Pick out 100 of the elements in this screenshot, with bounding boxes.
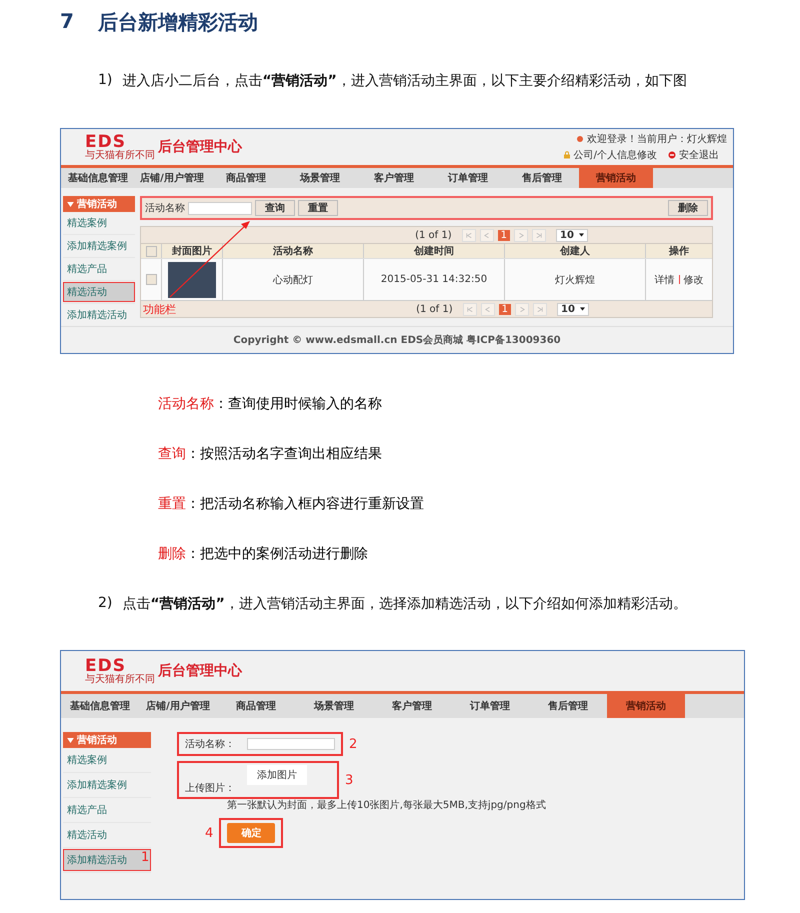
last-page-button[interactable] [532, 302, 547, 316]
delete-button[interactable]: 删除 [668, 200, 708, 216]
table-cell: 灯火辉煌 [505, 259, 646, 300]
prev-page-button[interactable] [480, 302, 495, 316]
nav-tab[interactable]: 订单管理 [451, 694, 529, 718]
annotation-number: 4 [205, 826, 214, 840]
photo-placeholder [168, 262, 216, 298]
step-text: 进入店小二后台，点击“营销活动”，进入营销活动主界面，以下主要介绍精彩活动，如下图 [122, 72, 687, 90]
page-size-select[interactable]: 10 [556, 302, 589, 316]
triangle-icon [67, 738, 74, 742]
caret-icon [578, 233, 584, 237]
annotation-number: 1 [141, 851, 150, 864]
action-link[interactable]: 详情 [654, 272, 674, 286]
table-cell: 2015-05-31 14:32:50 [364, 259, 505, 300]
field-label: 活动名称： [185, 738, 235, 751]
field-label: 上传图片： [185, 782, 235, 795]
step-number: 1) [98, 72, 112, 90]
toolbar-button[interactable]: 重置 [298, 200, 338, 216]
nav-tab[interactable]: 营销活动 [607, 694, 685, 718]
input-field[interactable] [188, 202, 252, 214]
hint-text: 第一张默认为封面，最多上传10张图片,每张最大5MB,支持jpg/png格式 [227, 798, 546, 812]
nav-tab[interactable]: 客户管理 [373, 694, 451, 718]
prev-icon [484, 306, 491, 312]
term: 重置 [158, 496, 186, 512]
next-page-button[interactable] [514, 302, 529, 316]
nav-tab[interactable]: 场景管理 [283, 168, 357, 188]
lock-icon [562, 151, 571, 159]
table-cell: 心动配灯 [223, 259, 364, 300]
definition-text: ：把活动名称输入框内容进行重新设置 [186, 496, 424, 512]
section-number: 7 [60, 9, 74, 35]
logo-title: 后台管理中心 [158, 662, 242, 680]
next-icon [518, 306, 525, 312]
logo-tagline: 与天猫有所不同 [85, 674, 155, 684]
last-page-button[interactable] [532, 228, 546, 242]
logo-tagline: 与天猫有所不同 [85, 150, 155, 160]
column-header: 操作 [668, 244, 690, 258]
page-info: (1 of 1) [416, 304, 453, 314]
nav-tab[interactable]: 售后管理 [505, 168, 579, 188]
step-text: 点击“营销活动”，进入营销活动主界面，选择添加精选活动，以下介绍如何添加精彩活动。 [122, 595, 687, 613]
sidebar-item[interactable]: 精选案例 [63, 213, 135, 233]
toolbar-button[interactable]: 查询 [255, 200, 295, 216]
next-page-button[interactable] [514, 228, 528, 242]
sidebar-item[interactable]: 精选活动 [63, 282, 135, 302]
section-title: 后台新增精彩活动 [98, 9, 258, 36]
term: 删除 [158, 546, 186, 562]
header-link[interactable]: 安全退出 [679, 148, 719, 162]
definition-text: ：按照活动名字查询出相应结果 [186, 446, 382, 462]
annotation-number: 3 [345, 772, 354, 788]
nav-tab[interactable]: 客户管理 [357, 168, 431, 188]
checkbox[interactable] [146, 246, 156, 256]
next-icon [518, 232, 524, 238]
welcome-text: 欢迎登录！当前用户：灯火辉煌 [587, 132, 727, 146]
header-link[interactable]: 公司/个人信息修改 [574, 148, 657, 162]
definition-text: ：查询使用时候输入的名称 [214, 396, 382, 412]
annotation-label: 功能栏 [142, 302, 177, 316]
upload-field[interactable]: 上传图片： 添加图片 [177, 761, 339, 799]
sidebar-item[interactable]: 精选活动 [63, 824, 151, 846]
nav-tab[interactable]: 店铺/用户管理 [135, 168, 209, 188]
nav-tab[interactable]: 商品管理 [217, 694, 295, 718]
nav-tab[interactable]: 店铺/用户管理 [139, 694, 217, 718]
page-size-select[interactable]: 10 [556, 228, 588, 242]
prev-icon [484, 232, 490, 238]
sidebar-item[interactable]: 精选产品 [63, 259, 135, 279]
prev-page-button[interactable] [480, 228, 494, 242]
last-icon [536, 306, 543, 312]
add-image-button[interactable]: 添加图片 [247, 765, 307, 785]
nav-tab[interactable]: 营销活动 [579, 168, 653, 188]
sidebar-item[interactable]: 精选案例 [63, 749, 151, 771]
nav-tab[interactable]: 售后管理 [529, 694, 607, 718]
last-icon [536, 232, 542, 238]
term: 活动名称 [158, 396, 214, 412]
action-link[interactable]: 修改 [684, 272, 704, 286]
nav-tab[interactable]: 订单管理 [431, 168, 505, 188]
footer-text: Copyright © www.edsmall.cn EDS会员商城 粤ICP备13009360 [61, 326, 733, 353]
logo-title: 后台管理中心 [158, 138, 242, 156]
first-icon [466, 306, 473, 312]
field-label: 活动名称 [145, 202, 185, 215]
first-page-button[interactable] [462, 228, 476, 242]
logo-mark: EDS [85, 658, 126, 674]
dot-icon [576, 135, 584, 143]
page-info: (1 of 1) [415, 230, 452, 240]
sidebar-item[interactable]: 添加精选案例 [63, 774, 151, 796]
sidebar-item[interactable]: 添加精选活动 [63, 305, 135, 325]
step-number: 2) [98, 595, 112, 613]
definition-text: ：把选中的案例活动进行删除 [186, 546, 368, 562]
first-page-button[interactable] [462, 302, 477, 316]
sidebar-item[interactable]: 添加精选案例 [63, 236, 135, 256]
input-field[interactable] [247, 738, 335, 750]
sidebar-item[interactable]: 精选产品 [63, 799, 151, 821]
triangle-icon [67, 202, 74, 206]
logo-mark: EDS [85, 134, 126, 150]
nav-tab[interactable]: 场景管理 [295, 694, 373, 718]
nav-tab[interactable]: 基础信息管理 [61, 694, 139, 718]
checkbox[interactable] [146, 274, 156, 285]
caret-icon [580, 307, 585, 311]
first-icon [466, 232, 472, 238]
term: 查询 [158, 446, 186, 462]
nav-tab[interactable]: 基础信息管理 [61, 168, 135, 188]
annotation-number: 2 [349, 736, 358, 752]
nav-tab[interactable]: 商品管理 [209, 168, 283, 188]
